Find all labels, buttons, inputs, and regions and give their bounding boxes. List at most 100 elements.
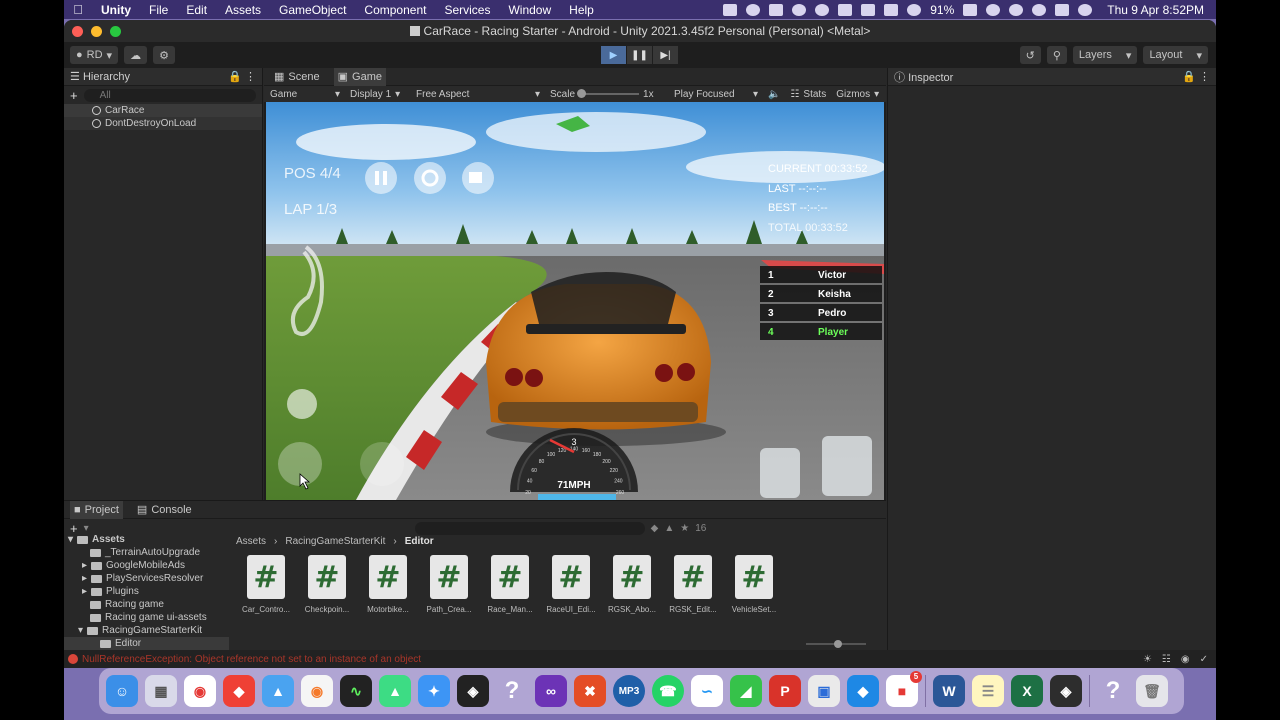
- excel-icon[interactable]: X: [1011, 675, 1043, 707]
- lock-icon[interactable]: 🔒: [1182, 71, 1196, 83]
- unity-icon[interactable]: ◈: [1050, 675, 1082, 707]
- app-icon[interactable]: ◆: [847, 675, 879, 707]
- camo-icon[interactable]: ◢: [730, 675, 762, 707]
- tree-item-selected[interactable]: Editor: [64, 637, 229, 650]
- breadcrumb-current[interactable]: Editor: [405, 536, 434, 547]
- menu-gameobject[interactable]: GameObject: [270, 3, 355, 17]
- notes-icon[interactable]: ☰: [972, 675, 1004, 707]
- play-focus-dropdown[interactable]: Play Focused ▾: [674, 89, 758, 100]
- siri-icon[interactable]: [1078, 3, 1093, 16]
- steer-right-button[interactable]: [360, 442, 404, 486]
- cloud-button[interactable]: ☁: [124, 46, 148, 64]
- check-icon[interactable]: ✓: [1200, 654, 1208, 665]
- trash-icon[interactable]: 🗑: [1136, 675, 1168, 707]
- accelerator-pedal-button[interactable]: [822, 436, 872, 496]
- lock-icon[interactable]: 🔒: [228, 71, 242, 83]
- office-icon[interactable]: ■ 5: [886, 671, 922, 707]
- kebab-menu-icon[interactable]: ⋮: [245, 71, 256, 83]
- visual-studio-icon[interactable]: ∞: [535, 675, 567, 707]
- text-icon[interactable]: [838, 3, 853, 16]
- control-center-icon[interactable]: [1055, 3, 1070, 16]
- messenger-icon[interactable]: [792, 3, 807, 16]
- status-error-message[interactable]: NullReferenceException: Object reference…: [82, 654, 421, 665]
- android-studio-icon[interactable]: ▲: [379, 675, 411, 707]
- mute-audio-button[interactable]: 🔈: [768, 89, 780, 100]
- blender-icon[interactable]: ◉: [301, 675, 333, 707]
- play-button[interactable]: ▶: [601, 46, 626, 64]
- step-button[interactable]: ▶|: [653, 46, 678, 64]
- tree-item[interactable]: ▾ RacingGameStarterKit: [64, 624, 229, 637]
- script-asset[interactable]: # RaceUI_Edi...: [546, 555, 596, 614]
- game-mode-dropdown[interactable]: Game ▾: [270, 89, 340, 100]
- creative-cloud-icon[interactable]: [815, 3, 830, 16]
- word-icon[interactable]: W: [933, 675, 965, 707]
- filter-type-icon[interactable]: ◆: [651, 523, 659, 534]
- icon-size-slider[interactable]: [806, 640, 866, 648]
- menu-file[interactable]: File: [140, 3, 177, 17]
- aspect-dropdown[interactable]: Free Aspect ▾: [416, 89, 540, 100]
- layout-dropdown[interactable]: Layout ▾: [1143, 46, 1208, 64]
- hierarchy-item-dontdestroyonload[interactable]: DontDestroyOnLoad: [64, 117, 262, 130]
- restart-button[interactable]: [414, 162, 446, 194]
- lighting-icon[interactable]: ☀: [1143, 654, 1152, 665]
- anydesk-icon[interactable]: ◆: [223, 675, 255, 707]
- unity-status-icon[interactable]: [746, 3, 761, 16]
- mp3-icon[interactable]: MP3: [613, 675, 645, 707]
- tab-scene[interactable]: ▦ Scene: [270, 68, 324, 86]
- battery-icon[interactable]: [963, 3, 978, 16]
- scale-slider[interactable]: Scale 1x: [550, 89, 664, 100]
- menu-help[interactable]: Help: [560, 3, 603, 17]
- link-icon[interactable]: [1009, 3, 1024, 16]
- script-asset[interactable]: # RGSK_Abo...: [608, 555, 656, 614]
- brake-pedal-button[interactable]: [760, 448, 800, 498]
- activity-monitor-icon[interactable]: ∿: [340, 675, 372, 707]
- breadcrumb-item[interactable]: Assets: [236, 536, 266, 547]
- hierarchy-title[interactable]: Hierarchy: [83, 71, 130, 83]
- tree-item[interactable]: ▸ Plugins: [64, 585, 229, 598]
- menu-assets[interactable]: Assets: [216, 3, 270, 17]
- script-asset[interactable]: # Race_Man...: [486, 555, 534, 614]
- display-dropdown[interactable]: Display 1 ▾: [350, 89, 406, 100]
- remote-icon[interactable]: ✖: [574, 675, 606, 707]
- powerpoint-icon[interactable]: P: [769, 675, 801, 707]
- history-button[interactable]: ↺: [1019, 46, 1041, 64]
- whatsapp-icon[interactable]: ☎: [652, 675, 684, 707]
- app-menu[interactable]: Unity: [92, 3, 140, 17]
- freeform-icon[interactable]: ∽: [691, 675, 723, 707]
- clock[interactable]: Thu 9 Apr 8:52PM: [1107, 3, 1204, 17]
- tree-item[interactable]: Racing game: [64, 598, 229, 611]
- launchpad-icon[interactable]: ▦: [145, 675, 177, 707]
- add-icon[interactable]: +: [70, 88, 78, 103]
- cache-icon[interactable]: ◉: [1181, 654, 1190, 665]
- script-asset[interactable]: # RGSK_Edit...: [669, 555, 717, 614]
- tree-item[interactable]: ▸ PlayServicesResolver: [64, 572, 229, 585]
- unity-hub-icon[interactable]: ◈: [457, 675, 489, 707]
- stats-button[interactable]: ☷ Stats: [790, 89, 826, 100]
- menu-services[interactable]: Services: [435, 3, 499, 17]
- wifi-icon[interactable]: [986, 3, 1001, 16]
- spotlight-icon[interactable]: [1032, 3, 1047, 16]
- script-asset[interactable]: # VehicleSet...: [730, 555, 778, 614]
- maps-icon[interactable]: ▲: [262, 675, 294, 707]
- tree-item[interactable]: ▸ GoogleMobileAds: [64, 559, 229, 572]
- account-dropdown[interactable]: ● RD ▾: [70, 46, 119, 64]
- icon-size-thumb[interactable]: [834, 640, 842, 648]
- pause-game-button[interactable]: [365, 162, 397, 194]
- display-icon[interactable]: [769, 3, 784, 16]
- hierarchy-search-input[interactable]: All: [83, 88, 256, 102]
- scale-thumb[interactable]: [577, 89, 587, 98]
- kebab-menu-icon[interactable]: ⋮: [1199, 71, 1210, 83]
- safari-icon[interactable]: ✦: [418, 675, 450, 707]
- menu-window[interactable]: Window: [499, 3, 560, 17]
- chevron-down-icon[interactable]: ▾: [84, 523, 89, 534]
- script-asset[interactable]: # Car_Contro...: [242, 555, 290, 614]
- scale-track[interactable]: [577, 89, 640, 98]
- filter-label-icon[interactable]: ▲: [664, 523, 674, 534]
- preview-icon[interactable]: ▣: [808, 675, 840, 707]
- screen-share-icon[interactable]: [723, 3, 738, 16]
- script-asset[interactable]: # Checkpoin...: [303, 555, 351, 614]
- gizmos-dropdown[interactable]: Gizmos ▾: [836, 89, 879, 100]
- tree-item[interactable]: _TerrainAutoUpgrade: [64, 546, 229, 559]
- script-asset[interactable]: # Path_Crea...: [425, 555, 473, 614]
- menu-edit[interactable]: Edit: [177, 3, 216, 17]
